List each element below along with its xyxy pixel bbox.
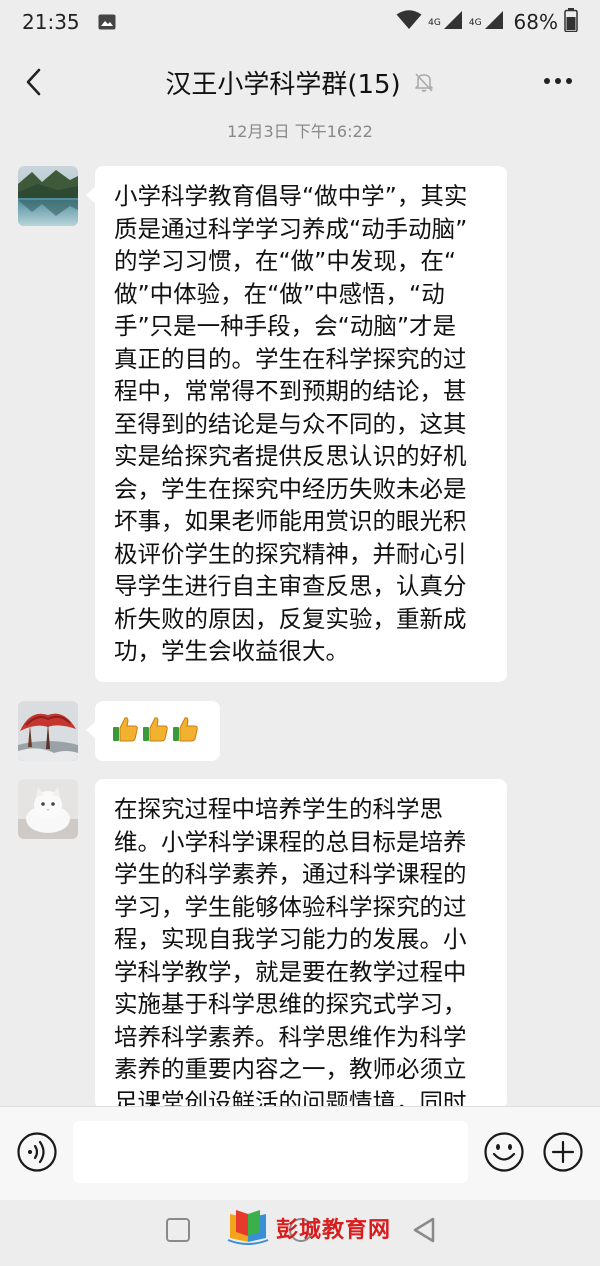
signal-icon-2 xyxy=(484,10,504,35)
message-line: 实施基于科学思维的探究式学习， xyxy=(114,990,467,1018)
message-bubble[interactable]: 在探究过程中培养学生的科学思 维。小学科学课程的总目标是培养 学生的科学素养，通… xyxy=(95,779,507,1109)
gallery-notification-icon xyxy=(98,14,116,30)
chat-title: 汉王小学科学群(15) xyxy=(165,69,401,100)
message-line: 素养的重要内容之一，教师必须立 xyxy=(114,1055,467,1083)
thumbs-up-icon xyxy=(173,717,198,742)
message-line: 功，学生会收益很大。 xyxy=(114,637,349,665)
message-line: 学生的科学素养，通过科学课程的 xyxy=(114,860,467,888)
message-line: 析失败的原因，反复实验，重新成 xyxy=(114,604,467,633)
thumbs-up-icon xyxy=(113,717,138,742)
avatar[interactable] xyxy=(18,779,78,839)
message-line: 极评价学生的探究精神，并耐心引 xyxy=(114,539,467,568)
smiley-icon xyxy=(484,1132,524,1172)
message-bubble[interactable]: 小学科学教育倡导“做中学”，其实 质是通过科学学习养成“动手动脑” 的学习习惯，… xyxy=(86,166,507,682)
message-timestamp: 12月3日 下午16:22 xyxy=(227,122,373,141)
message-item: 在探究过程中培养学生的科学思 维。小学科学课程的总目标是培养 学生的科学素养，通… xyxy=(18,779,507,1109)
message-line: 坏事，如果老师能用赏识的眼光积 xyxy=(114,507,467,535)
back-button[interactable] xyxy=(18,64,48,100)
chevron-left-icon xyxy=(26,68,41,96)
message-line: 在探究过程中培养学生的科学思 xyxy=(114,795,443,823)
network-type-label-2: 4G xyxy=(468,17,482,28)
message-input[interactable] xyxy=(73,1121,468,1183)
more-dots-icon xyxy=(544,78,572,84)
book-logo-icon xyxy=(227,1210,269,1245)
status-right: 4G 4G 68% xyxy=(396,7,578,37)
message-line: 质是通过科学学习养成“动手动脑” xyxy=(114,214,468,243)
message-line: 培养科学素养。科学思维作为科学 xyxy=(114,1022,467,1051)
voice-button[interactable] xyxy=(16,1131,58,1173)
watermark-text: 彭城教育网 xyxy=(276,1218,392,1243)
system-back-button[interactable] xyxy=(412,1216,436,1244)
chat-header: 汉王小学科学群(15) xyxy=(0,44,600,120)
message-line: 程，实现自我学习能力的发展。小 xyxy=(114,925,467,953)
avatar[interactable] xyxy=(18,701,78,761)
avatar[interactable] xyxy=(18,166,78,226)
message-line: 手”只是一种手段，会“动脑”才是 xyxy=(114,312,457,340)
message-line: 至得到的结论是与众不同的，这其 xyxy=(114,409,467,438)
chat-title-wrap: 汉王小学科学群(15) xyxy=(165,64,434,101)
thumbs-up-icon xyxy=(143,717,168,742)
network-type-label-1: 4G xyxy=(428,17,441,28)
recent-apps-button[interactable] xyxy=(166,1218,190,1242)
voice-icon xyxy=(17,1132,57,1172)
battery-percent: 68% xyxy=(513,10,558,34)
status-time: 21:35 xyxy=(22,10,80,34)
battery-icon xyxy=(564,7,578,37)
message-line: 导学生进行自主审查反思，认真分 xyxy=(114,572,467,600)
more-button[interactable] xyxy=(538,66,578,96)
message-line: 学科学教学，就是要在教学过程中 xyxy=(114,957,467,986)
more-functions-button[interactable] xyxy=(542,1131,584,1173)
signal-icon-1 xyxy=(443,10,463,35)
emoji-row xyxy=(111,715,204,743)
message-line: 学习，学生能够体验科学探究的过 xyxy=(114,892,467,921)
message-item xyxy=(18,701,220,761)
message-line: 维。小学科学课程的总目标是培养 xyxy=(114,827,467,856)
emoji-button[interactable] xyxy=(483,1131,525,1173)
wifi-icon xyxy=(396,9,422,35)
message-line: 小学科学教育倡导“做中学”，其实 xyxy=(114,182,468,210)
input-bar xyxy=(0,1106,600,1200)
message-line: 做”中体验，在“做”中感悟，“动 xyxy=(114,279,445,308)
plus-circle-icon xyxy=(543,1132,583,1172)
message-line: 的学习习惯，在“做”中发现，在“ xyxy=(114,247,457,275)
message-item: 小学科学教育倡导“做中学”，其实 质是通过科学学习养成“动手动脑” 的学习习惯，… xyxy=(18,166,507,682)
watermark: 彭城教育网 xyxy=(226,1210,391,1246)
triangle-back-icon xyxy=(413,1217,435,1243)
message-line: 真正的目的。学生在科学探究的过 xyxy=(114,344,467,373)
message-line: 会，学生在探究中经历失败未必是 xyxy=(114,474,467,503)
message-line: 实是给探究者提供反思认识的好机 xyxy=(114,442,467,470)
bell-off-icon xyxy=(414,73,433,92)
message-bubble[interactable] xyxy=(86,701,220,761)
message-line: 程中，常常得不到预期的结论，甚 xyxy=(114,377,467,405)
status-bar: 21:35 4G 4G 68% xyxy=(0,0,600,44)
